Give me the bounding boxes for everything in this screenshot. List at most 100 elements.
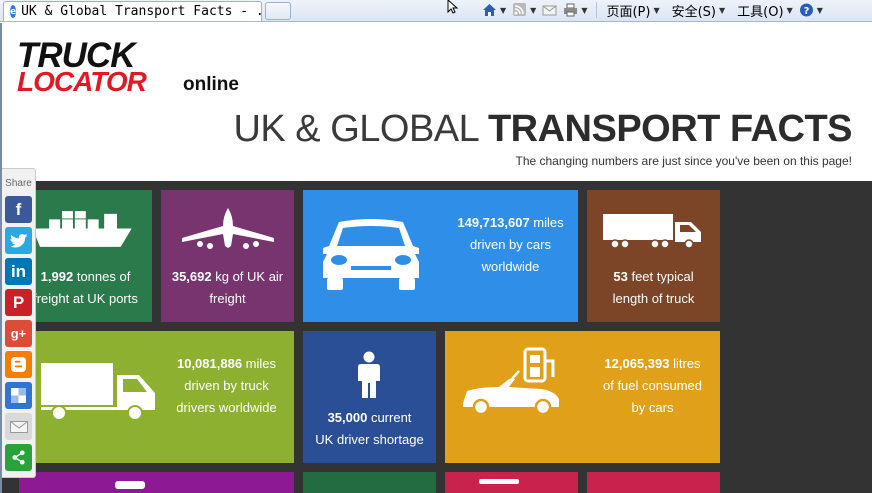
truck-miles-text-2: driven by truck [184, 378, 269, 393]
share-pinterest-button[interactable]: P [5, 289, 32, 316]
new-tab-button[interactable] [265, 2, 291, 20]
tile-air-line1: 35,692 kg of UK air [161, 266, 294, 288]
help-button[interactable]: ? ▼ [799, 3, 823, 17]
tile-driver-shortage: 35,000 current UK driver shortage [303, 331, 436, 463]
blogger-icon [11, 357, 26, 372]
length-value: 53 [613, 269, 628, 284]
tile-row3-red-2 [587, 472, 720, 493]
ie-favicon-icon: e [10, 5, 17, 18]
tile-row3-green [303, 472, 436, 493]
length-text-1: feet typical [627, 269, 694, 284]
email-icon [9, 420, 28, 433]
fuel-text-1: litres [669, 356, 701, 371]
browser-toolbar: e UK & Global Transport Facts - ... ▼ ▼ [0, 0, 872, 22]
feeds-button[interactable]: ▼ [512, 3, 536, 17]
tools-menu[interactable]: 工具(O) ▼ [737, 1, 793, 20]
truck-miles-text-3: drivers worldwide [176, 400, 277, 415]
tile-cars-line1: 149,713,607 miles [443, 212, 578, 234]
airplane-icon [182, 208, 274, 249]
share-label: Share [5, 178, 32, 189]
tile-truck-length: 53 feet typical length of truck [587, 190, 720, 322]
share-facebook-button[interactable]: f [5, 196, 32, 223]
browser-tab[interactable]: e UK & Global Transport Facts - ... [3, 1, 279, 21]
pinterest-icon: P [12, 292, 25, 312]
fuel-value: 12,065,393 [604, 356, 670, 371]
help-icon: ? [799, 3, 813, 17]
drivers-text-2: UK driver shortage [315, 432, 424, 447]
truck-locator-logo[interactable]: TRUCK LOCATOR online [17, 38, 247, 100]
print-button[interactable]: ▼ [563, 3, 587, 17]
share-delicious-button[interactable] [5, 382, 32, 409]
tools-menu-label: 工具(O) [737, 4, 784, 20]
truck-miles-value: 10,081,886 [176, 356, 243, 371]
cars-value: 149,713,607 [457, 215, 530, 230]
safety-menu-label: 安全(S) [671, 4, 717, 20]
share-twitter-button[interactable] [5, 227, 32, 254]
tile-air-freight: 35,692 kg of UK air freight [161, 190, 294, 322]
share-google-plus-button[interactable]: g+ [5, 320, 32, 347]
page-subtitle: The changing numbers are just since you'… [515, 154, 852, 168]
share-more-button[interactable] [5, 444, 32, 471]
length-text-2: length of truck [612, 291, 695, 306]
svg-text:?: ? [803, 6, 809, 17]
google-plus-icon: g+ [10, 326, 27, 341]
share-linkedin-button[interactable]: in [5, 258, 32, 285]
cars-text-2: driven by cars [470, 237, 551, 252]
tile-ports-line1: 1,992 tonnes of [19, 266, 152, 288]
twitter-icon [9, 233, 28, 248]
printer-icon [564, 3, 578, 17]
tile-truck-miles: 10,081,886 miles driven by truck drivers… [19, 331, 294, 463]
drivers-value: 35,000 [327, 410, 368, 425]
truck-icon [41, 363, 155, 421]
person-icon [358, 351, 380, 398]
web-page: TRUCK LOCATOR online UK & GLOBAL TRANSPO… [0, 23, 872, 493]
air-text-1: kg of UK air [211, 269, 284, 284]
tab-title: UK & Global Transport Facts - ... [21, 4, 280, 19]
cars-text-3: worldwide [481, 259, 540, 274]
mail-icon [542, 5, 557, 16]
fuel-text-2: of fuel consumed [602, 378, 702, 393]
lorry-icon [603, 214, 701, 249]
delicious-icon [11, 388, 26, 403]
tile-cars-miles: 149,713,607 miles driven by cars worldwi… [303, 190, 578, 322]
page-title: UK & GLOBAL TRANSPORT FACTS [233, 105, 852, 153]
page-menu-label: 页面(P) [606, 4, 651, 20]
tile-truck-miles-line1: 10,081,886 miles [159, 353, 294, 375]
air-text-2: freight [209, 291, 246, 306]
truck-miles-text-1: miles [242, 356, 277, 371]
command-bar: ▼ ▼ ▼ 页面(P) ▼ 安全(S) ▼ 工具(O) ▼ ? ▼ [482, 0, 823, 20]
home-icon [483, 4, 496, 16]
share-email-button[interactable] [5, 413, 32, 440]
fuel-car-icon [463, 347, 559, 416]
car-front-icon [323, 219, 419, 290]
share-icon [12, 450, 25, 465]
ports-value: 1,992 [40, 269, 74, 284]
title-light: UK & GLOBAL [233, 108, 488, 150]
partial-icon [115, 481, 145, 489]
facts-grid: 1,992 tonnes of freight at UK ports 35,6… [2, 181, 872, 493]
logo-online-text: online [183, 74, 239, 95]
page-menu[interactable]: 页面(P) ▼ [606, 1, 659, 20]
ports-text-1: tonnes of [73, 269, 131, 284]
cargo-ship-icon [32, 211, 132, 247]
tile-fuel-consumed: 12,065,393 litres of fuel consumed by ca… [445, 331, 720, 463]
rss-feed-icon [513, 3, 527, 16]
logo-locator-text: LOCATOR [17, 66, 147, 97]
home-button[interactable]: ▼ [482, 3, 506, 17]
tile-drivers-line1: 35,000 current [303, 407, 436, 429]
drivers-text-1: current [367, 410, 412, 425]
safety-menu[interactable]: 安全(S) ▼ [672, 1, 726, 20]
fuel-text-3: by cars [631, 400, 674, 415]
mouse-cursor-icon [447, 0, 459, 14]
mail-button[interactable] [542, 3, 557, 17]
partial-icon [479, 479, 519, 484]
cars-text-1: miles [529, 215, 564, 230]
separator [596, 2, 598, 18]
tile-fuel-line1: 12,065,393 litres [585, 353, 720, 375]
tile-row3-purple [19, 472, 294, 493]
tile-ports-freight: 1,992 tonnes of freight at UK ports [19, 190, 152, 322]
share-blogger-button[interactable] [5, 351, 32, 378]
linkedin-icon: in [10, 261, 27, 281]
tile-row3-red [445, 472, 578, 493]
ports-text-2: freight at UK ports [33, 291, 138, 306]
